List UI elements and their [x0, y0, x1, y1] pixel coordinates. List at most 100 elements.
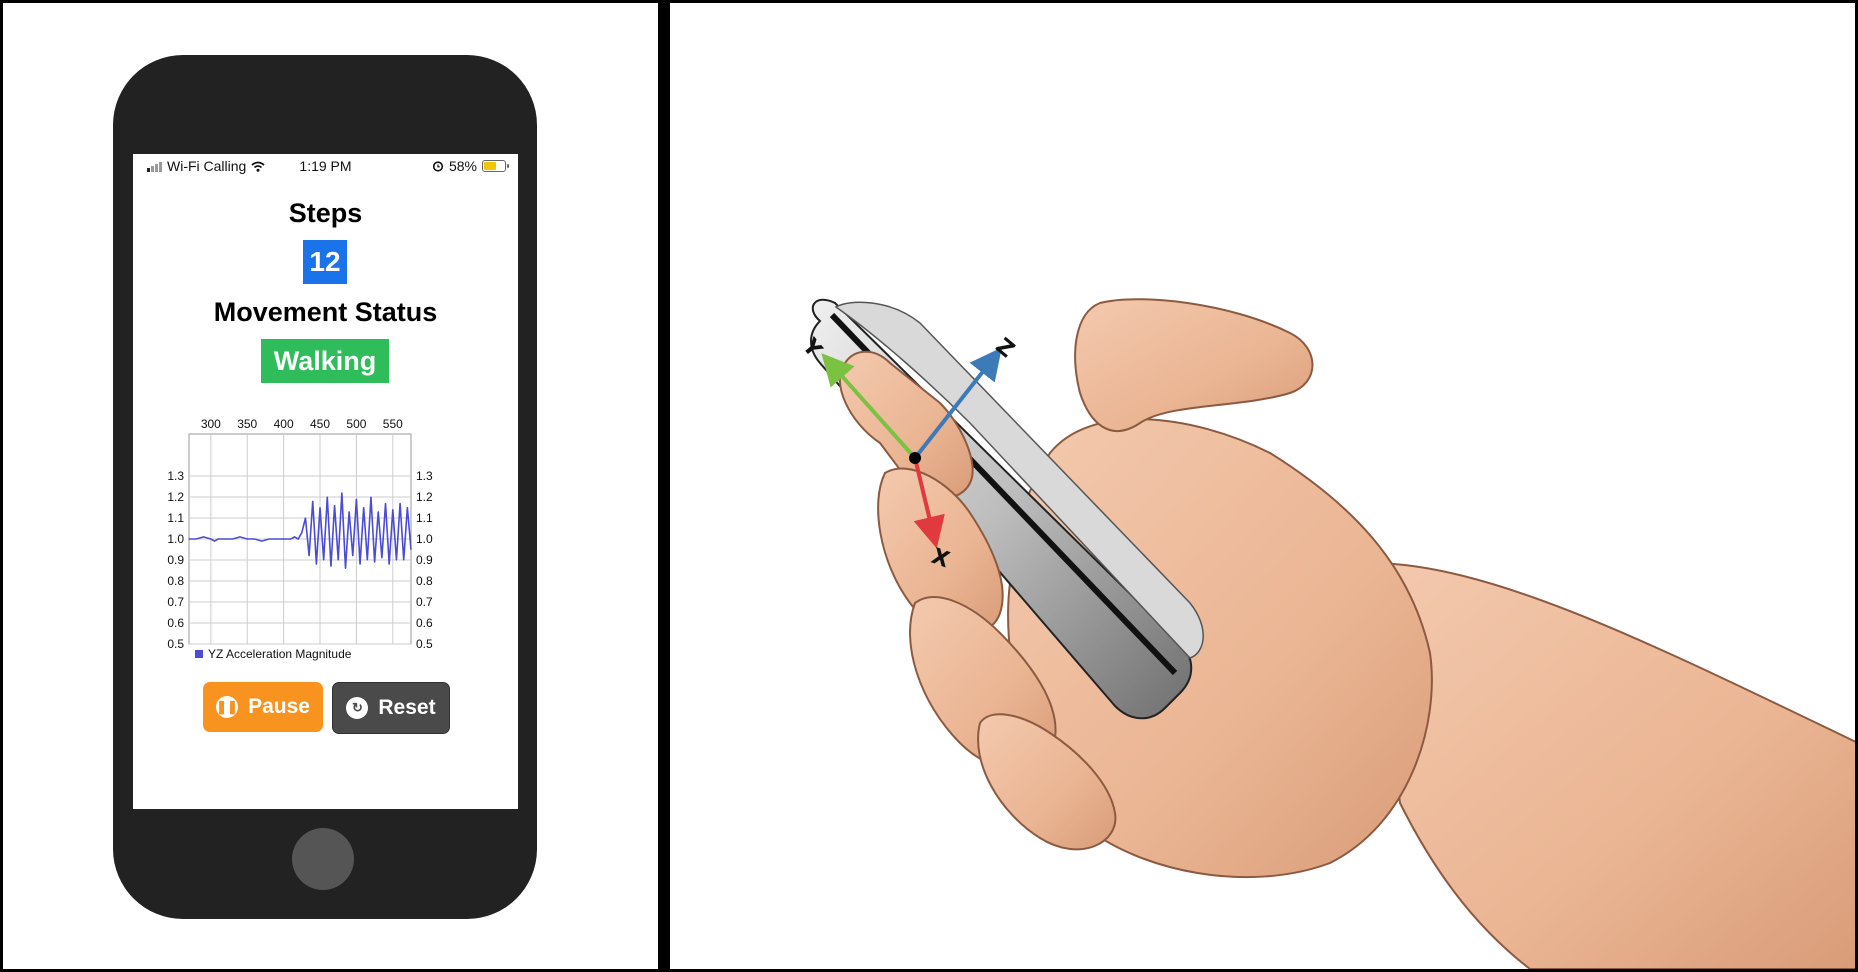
x-tick-label: 300 [201, 417, 221, 431]
y-tick-label-left: 0.8 [167, 574, 184, 588]
axis-origin [909, 452, 921, 464]
x-tick-label: 550 [383, 417, 403, 431]
y-tick-label-left: 1.3 [167, 469, 184, 483]
steps-count-badge: 12 [303, 240, 347, 284]
data-point [399, 502, 401, 504]
clock-label: 1:19 PM [299, 158, 352, 174]
phone-panel: Wi-Fi Calling 1:19 PM 58% Steps 12 Movem… [0, 0, 661, 972]
legend-swatch [195, 650, 203, 658]
data-point [304, 517, 307, 519]
data-point [239, 536, 241, 538]
acceleration-chart: 300 350 400 450 500 550 0.5 0.5 0.6 0.6 0.7 0.7 0.8 0… [167, 417, 433, 661]
battery-icon [482, 160, 509, 172]
y-tick-label-right: 0.8 [416, 574, 433, 588]
pause-button[interactable]: ❚❚ Pause [203, 682, 323, 732]
data-point [268, 538, 270, 540]
data-point [406, 506, 408, 509]
data-point [366, 559, 368, 561]
forearm [1368, 561, 1855, 969]
battery-fill [484, 162, 496, 170]
data-point [384, 502, 387, 504]
pause-circle-icon: ❚❚ [216, 696, 239, 718]
movement-status-title: Movement Status [213, 297, 438, 327]
data-point [188, 538, 190, 540]
y-tick-label-left: 1.1 [167, 511, 184, 525]
data-point [348, 511, 350, 513]
data-point [355, 498, 358, 500]
pause-label: Pause [248, 695, 310, 718]
data-point [370, 496, 372, 498]
x-tick-label: 350 [237, 417, 257, 431]
data-point [246, 538, 248, 540]
data-point [395, 559, 398, 561]
data-point [232, 538, 234, 540]
data-point [377, 511, 379, 513]
data-point [374, 561, 376, 563]
y-tick-label-right: 0.7 [416, 595, 433, 609]
data-point [359, 563, 361, 565]
data-point [341, 492, 343, 494]
data-point [392, 509, 394, 511]
data-point [326, 496, 328, 498]
data-point [224, 538, 226, 540]
y-tick-label-right: 1.1 [416, 511, 433, 525]
y-tick-label-left: 1.2 [167, 490, 184, 504]
data-point [210, 538, 212, 540]
data-point [323, 559, 325, 561]
y-tick-label-right: 0.5 [416, 637, 433, 651]
reset-button[interactable]: ↻ Reset [332, 682, 450, 734]
data-point [202, 536, 205, 538]
x-tick-label: 500 [346, 417, 366, 431]
data-point [195, 538, 197, 540]
phone-screen: Wi-Fi Calling 1:19 PM 58% Steps 12 Movem… [133, 154, 518, 809]
data-point [315, 563, 317, 565]
data-point [253, 538, 256, 540]
data-point [283, 538, 285, 540]
y-tick-label-left: 1.0 [167, 532, 184, 546]
y-tick-label-right: 0.9 [416, 553, 433, 567]
hand-holding-phone-illustration: Y Z X [796, 298, 1855, 969]
legend-label: YZ Acceleration Magnitude [208, 647, 352, 661]
refresh-icon: ↻ [346, 697, 369, 719]
x-tick-label: 400 [274, 417, 294, 431]
y-tick-label-left: 0.6 [167, 616, 184, 630]
data-point [308, 555, 310, 557]
alarm-icon [432, 161, 444, 172]
data-point [217, 538, 219, 540]
y-tick-label-left: 0.7 [167, 595, 184, 609]
panel-divider [658, 0, 670, 972]
data-point [312, 500, 314, 502]
x-tick-label: 450 [310, 417, 330, 431]
z-axis-label: Z [991, 334, 1019, 363]
data-point [319, 506, 321, 509]
data-point [290, 538, 292, 540]
battery-percent: 58% [448, 158, 477, 174]
y-tick-label-right: 0.6 [416, 616, 433, 630]
data-point [410, 548, 412, 551]
data-point [363, 506, 365, 509]
phone-mockup: Wi-Fi Calling 1:19 PM 58% Steps 12 Movem… [113, 55, 537, 919]
data-point [337, 559, 339, 561]
y-tick-label-right: 1.0 [416, 532, 433, 546]
y-tick-label-right: 1.3 [416, 469, 433, 483]
data-point [293, 536, 296, 538]
data-point [403, 559, 405, 561]
reset-label: Reset [378, 696, 436, 719]
data-point [213, 540, 216, 542]
data-point [333, 504, 336, 506]
data-point [344, 567, 347, 569]
y-tick-label-left: 0.9 [167, 553, 184, 567]
movement-status-badge: Walking [261, 339, 389, 383]
data-point [330, 565, 332, 567]
data-point [352, 555, 354, 557]
data-point [388, 563, 390, 565]
steps-title: Steps [288, 198, 363, 228]
data-point [381, 557, 383, 559]
y-tick-label-right: 1.2 [416, 490, 433, 504]
home-button[interactable] [292, 828, 354, 890]
hand-illustration-panel: Y Z X [670, 0, 1858, 972]
data-point [301, 532, 303, 534]
data-point [297, 538, 299, 540]
y-tick-label-left: 0.5 [167, 637, 184, 651]
data-point [261, 540, 263, 542]
